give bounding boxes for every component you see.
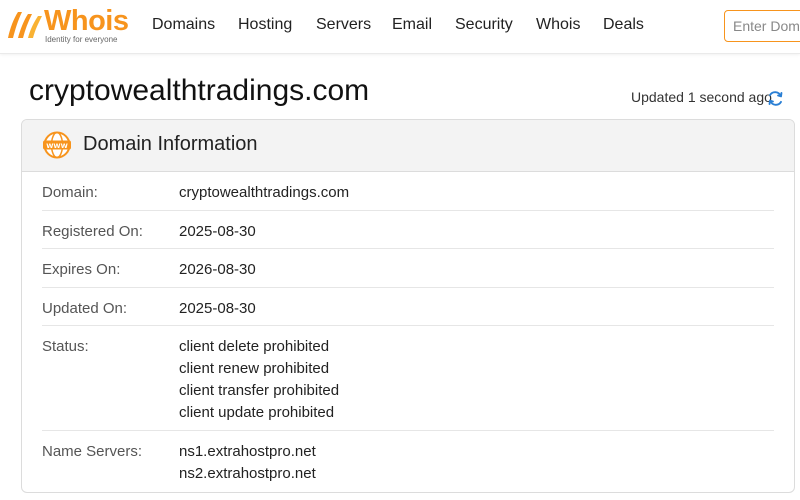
nav-email[interactable]: Email [392, 16, 432, 34]
row-value: cryptowealthtradings.com [179, 184, 350, 201]
top-navbar: Whois Identity for everyone Domains Host… [0, 0, 800, 54]
row-label: Registered On: [42, 223, 143, 240]
row-values: 2025-08-30 [179, 298, 256, 320]
row-label: Expires On: [42, 261, 121, 278]
card-header: WWW Domain Information [22, 120, 794, 172]
info-row-nameservers: Name Servers: ns1.extrahostpro.net ns2.e… [42, 431, 774, 492]
nav-servers[interactable]: Servers [316, 16, 371, 34]
svg-text:WWW: WWW [46, 142, 68, 150]
whois-logo-icon [8, 12, 42, 38]
page-title: cryptowealthtradings.com [29, 74, 370, 107]
info-row-expires: Expires On: 2026-08-30 [42, 249, 774, 288]
nameserver-value: ns2.extrahostpro.net [179, 465, 316, 482]
row-values: ns1.extrahostpro.net ns2.extrahostpro.ne… [179, 441, 316, 485]
card-title: Domain Information [83, 133, 258, 155]
status-value: client delete prohibited [179, 338, 330, 355]
row-values: cryptowealthtradings.com [179, 182, 349, 204]
nav-security[interactable]: Security [455, 16, 513, 34]
refresh-icon[interactable] [767, 90, 784, 107]
domain-info-card: WWW Domain Information Domain: cryptowea… [21, 119, 795, 493]
brand-tagline: Identity for everyone [45, 35, 118, 44]
status-value: client transfer prohibited [179, 382, 340, 399]
row-values: 2026-08-30 [179, 259, 256, 281]
status-value: client renew prohibited [179, 360, 330, 377]
row-values: client delete prohibited client renew pr… [179, 336, 339, 424]
info-row-status: Status: client delete prohibited client … [42, 326, 774, 431]
row-label: Name Servers: [42, 443, 143, 460]
row-value: 2025-08-30 [179, 300, 256, 317]
row-label: Domain: [42, 184, 98, 201]
brand-name: Whois [44, 5, 129, 37]
whois-logo[interactable]: Whois Identity for everyone [4, 5, 129, 46]
status-value: client update prohibited [179, 404, 335, 421]
nav-deals[interactable]: Deals [603, 16, 644, 34]
row-label: Updated On: [42, 300, 128, 317]
row-label: Status: [42, 338, 89, 355]
nav-hosting[interactable]: Hosting [238, 16, 292, 34]
row-value: 2026-08-30 [179, 261, 256, 278]
info-row-registered: Registered On: 2025-08-30 [42, 211, 774, 249]
row-value: 2025-08-30 [179, 223, 256, 240]
updated-status: Updated 1 second ago [631, 89, 772, 105]
info-row-domain: Domain: cryptowealthtradings.com [42, 172, 774, 211]
nameserver-value: ns1.extrahostpro.net [179, 443, 316, 460]
nav-domains[interactable]: Domains [152, 16, 215, 34]
row-values: 2025-08-30 [179, 221, 256, 243]
info-row-updated: Updated On: 2025-08-30 [42, 288, 774, 326]
nav-whois[interactable]: Whois [536, 16, 580, 34]
www-icon: WWW [43, 131, 71, 159]
search-input[interactable] [724, 10, 800, 42]
